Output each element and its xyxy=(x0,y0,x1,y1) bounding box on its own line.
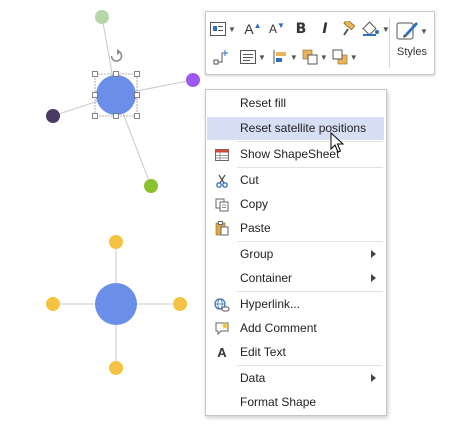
submenu-arrow-icon xyxy=(371,274,376,282)
satellite-shape[interactable] xyxy=(46,109,60,123)
paste-icon xyxy=(207,217,237,240)
menu-separator xyxy=(237,241,383,242)
mouse-pointer-icon xyxy=(330,132,344,153)
text-box-icon[interactable]: ▼ xyxy=(210,17,236,41)
menu-separator xyxy=(237,141,383,142)
fill-icon[interactable]: ▼ xyxy=(362,17,390,41)
align-text-icon[interactable]: ▼ xyxy=(240,45,266,69)
menu-item-hyperlink[interactable]: Hyperlink... xyxy=(207,293,384,316)
menu-item-group[interactable]: Group xyxy=(207,243,384,266)
menu-item-show-shapesheet[interactable]: Show ShapeSheet xyxy=(207,143,384,166)
satellite-shape[interactable] xyxy=(186,73,200,87)
hyperlink-icon xyxy=(207,293,237,316)
align-shapes-icon[interactable]: ▼ xyxy=(272,45,298,69)
menu-item-container[interactable]: Container xyxy=(207,267,384,290)
toolbar-divider xyxy=(389,18,390,68)
styles-button[interactable]: ▼ Styles xyxy=(392,16,432,70)
menu-item-label: Reset fill xyxy=(240,96,287,110)
hub-shape[interactable] xyxy=(95,283,137,325)
menu-item-paste[interactable]: Paste xyxy=(207,217,384,240)
comment-icon xyxy=(207,317,237,340)
copy-icon xyxy=(207,193,237,216)
menu-item-label: Group xyxy=(240,247,274,261)
submenu-arrow-icon xyxy=(371,250,376,258)
menu-item-label: Show ShapeSheet xyxy=(240,147,340,161)
font-grow-icon[interactable]: A ▲ xyxy=(242,17,264,41)
italic-icon[interactable]: I xyxy=(314,17,336,41)
bring-forward-icon[interactable]: ▼ xyxy=(302,45,328,69)
satellite-shape[interactable] xyxy=(46,297,60,311)
menu-item-label: Paste xyxy=(240,221,271,235)
menu-item-label: Copy xyxy=(240,197,269,211)
styles-icon xyxy=(396,22,419,40)
menu-item-reset-fill[interactable]: Reset fill xyxy=(207,92,384,115)
menu-separator xyxy=(237,365,383,366)
mini-toolbar: ▼ A ▲ A ▼ B I ▼ ▼ ▼ ▼ ▼ ▼ Styles xyxy=(205,11,435,75)
font-shrink-icon[interactable]: A ▼ xyxy=(266,17,288,41)
menu-separator xyxy=(237,291,383,292)
context-menu: Reset fill Reset satellite positions Sho… xyxy=(205,89,387,416)
menu-item-label: Data xyxy=(240,371,266,385)
menu-item-label: Edit Text xyxy=(240,345,286,359)
satellite-shape[interactable] xyxy=(144,179,158,193)
scissors-icon xyxy=(207,169,237,192)
menu-item-label: Cut xyxy=(240,173,259,187)
bold-icon[interactable]: B xyxy=(290,17,312,41)
text-icon: A xyxy=(217,345,227,360)
menu-item-label: Hyperlink... xyxy=(240,297,301,311)
satellite-shape[interactable] xyxy=(109,361,123,375)
connector-icon[interactable] xyxy=(210,45,232,69)
menu-separator xyxy=(237,167,383,168)
menu-item-label: Format Shape xyxy=(240,395,317,409)
hub-shape-selected[interactable] xyxy=(96,75,136,115)
menu-item-label: Container xyxy=(240,271,293,285)
menu-item-copy[interactable]: Copy xyxy=(207,193,384,216)
satellite-shape[interactable] xyxy=(173,297,187,311)
shapesheet-icon xyxy=(207,143,237,166)
menu-item-data[interactable]: Data xyxy=(207,367,384,390)
submenu-arrow-icon xyxy=(371,374,376,382)
format-painter-icon[interactable] xyxy=(338,17,360,41)
menu-item-label: Reset satellite positions xyxy=(240,121,367,135)
satellite-shape[interactable] xyxy=(109,235,123,249)
menu-item-add-comment[interactable]: Add Comment xyxy=(207,317,384,340)
rotate-handle-icon xyxy=(110,49,123,62)
menu-item-label: Add Comment xyxy=(240,321,317,335)
styles-label: Styles xyxy=(397,46,427,58)
menu-item-reset-satellite-positions[interactable]: Reset satellite positions xyxy=(207,117,384,140)
satellite-shape[interactable] xyxy=(95,10,109,24)
menu-item-format-shape[interactable]: Format Shape xyxy=(207,391,384,414)
menu-item-edit-text[interactable]: A Edit Text xyxy=(207,341,384,364)
send-backward-icon[interactable]: ▼ xyxy=(332,45,358,69)
menu-item-cut[interactable]: Cut xyxy=(207,169,384,192)
